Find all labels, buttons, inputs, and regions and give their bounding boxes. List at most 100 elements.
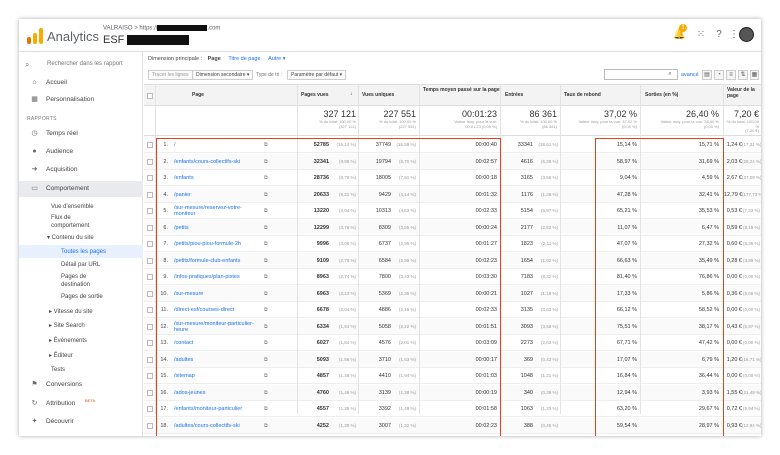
row-checkbox[interactable]	[147, 158, 153, 165]
table-row[interactable]: 11. /direct-esf/courses-direct ⧉ 6678 (2,04 …	[144, 302, 761, 318]
row-checkbox[interactable]	[147, 290, 153, 297]
row-checkbox[interactable]	[147, 373, 153, 379]
external-link-icon[interactable]: ⧉	[264, 258, 268, 264]
row-checkbox[interactable]	[147, 274, 153, 280]
sidebar-item-conversions[interactable]: ⚑ Conversions	[19, 377, 143, 393]
col-header-time[interactable]: Temps moyen passé sur la page	[423, 87, 501, 93]
sort-desc-icon[interactable]: ↓	[350, 91, 353, 97]
row-checkbox[interactable]	[147, 257, 153, 264]
sidebar-item-drilldown[interactable]: Détail par URL	[61, 261, 100, 269]
page-path-link[interactable]: /sur-mesure	[174, 291, 262, 297]
table-row[interactable]: 2. /enfants/cours-collectifs-ski ⧉ 32341 (9,…	[144, 153, 761, 170]
sidebar-item-site-search[interactable]: ▸ Site Search	[49, 322, 85, 330]
external-link-icon[interactable]: ⧉	[264, 208, 268, 214]
table-row[interactable]: 7. /petits/piou-piou-formule-2h ⧉ 9996 (3,06…	[144, 236, 761, 252]
external-link-icon[interactable]: ⧉	[264, 340, 268, 346]
search-input[interactable]: Rechercher dans les rapport	[47, 61, 123, 67]
view-table-icon[interactable]: ▤	[702, 70, 712, 80]
sidebar-item-flow-line1[interactable]: Flux de	[51, 214, 71, 222]
plot-rows-button[interactable]: Tracer les lignes	[148, 70, 193, 80]
row-checkbox[interactable]	[147, 175, 153, 181]
account-breadcrumb[interactable]: VALRAISO > https:// .com	[103, 25, 220, 32]
table-row[interactable]: 18. /adultes/cours-collectifs-ski ⧉ 4252 (1,…	[144, 417, 761, 434]
page-path-link[interactable]: /enfants/cours-collectifs-ski	[174, 159, 262, 165]
page-path-link[interactable]: /	[174, 142, 262, 148]
col-header-unique[interactable]: Vues uniques	[362, 92, 394, 98]
row-checkbox[interactable]	[147, 406, 153, 412]
search-icon[interactable]: ⌕	[664, 70, 676, 79]
page-path-link[interactable]: /sitemap	[174, 373, 262, 379]
external-link-icon[interactable]: ⧉	[264, 373, 268, 379]
col-header-exits[interactable]: Sorties (en %)	[645, 92, 678, 98]
dimension-page-title[interactable]: Titre de page	[228, 56, 260, 62]
table-row[interactable]: 4. /panier ⧉ 20633 (6,31 %) 9429 (4,14 %) 00:01…	[144, 186, 761, 203]
sidebar-item-flow-line2[interactable]: comportement	[51, 222, 89, 230]
page-path-link[interactable]: /infos-pratiques/plan-pistes	[174, 274, 262, 280]
external-link-icon[interactable]: ⧉	[264, 406, 268, 412]
sidebar-item-site-speed[interactable]: ▸ Vitesse du site	[49, 308, 93, 316]
table-row[interactable]: 3. /enfants ⧉ 28736 (8,78 %) 18005 (7,91 %) 00:…	[144, 170, 761, 186]
external-link-icon[interactable]: ⧉	[264, 291, 268, 297]
page-path-link[interactable]: /direct-esf/courses-direct	[174, 307, 262, 313]
row-checkbox[interactable]	[147, 142, 153, 148]
sidebar-item-acquisition[interactable]: ➜ Acquisition	[19, 162, 143, 178]
row-checkbox[interactable]	[147, 323, 153, 330]
view-performance-icon[interactable]: ≡	[726, 70, 736, 80]
external-link-icon[interactable]: ⧉	[264, 390, 268, 396]
sidebar-item-realtime[interactable]: ◷ Temps réel	[19, 126, 143, 142]
sidebar-item-site-content[interactable]: ▾ Contenu du site	[47, 234, 94, 242]
external-link-icon[interactable]: ⧉	[264, 142, 268, 148]
sidebar-item-exit-pages[interactable]: Pages de sortie	[61, 293, 103, 301]
external-link-icon[interactable]: ⧉	[264, 357, 268, 363]
sidebar-item-events[interactable]: ▸ Événements	[49, 337, 87, 345]
external-link-icon[interactable]: ⧉	[264, 192, 268, 198]
external-link-icon[interactable]: ⧉	[264, 307, 268, 313]
table-row[interactable]: 17. /enfants/moniteur-particulier ⧉ 4557 (1,…	[144, 401, 761, 417]
sidebar-item-behaviour[interactable]: ▭ Comportement	[19, 181, 143, 197]
sidebar-item-personalisation[interactable]: ▦ Personnalisation	[19, 92, 143, 108]
property-selector[interactable]: ESF	[103, 34, 190, 46]
view-pivot-icon[interactable]: ▦	[750, 70, 759, 80]
sidebar-item-landing-line1[interactable]: Pages de	[61, 273, 86, 281]
apps-icon[interactable]: ⁙	[695, 29, 707, 41]
col-header-views[interactable]: Pages vues	[301, 92, 329, 98]
table-row[interactable]: 6. /petits ⧉ 12299 (3,76 %) 8309 (3,65 %) 00:00…	[144, 219, 761, 236]
table-row[interactable]: 14. /adultes ⧉ 5093 (1,56 %) 3710 (1,63 %) 00:0…	[144, 351, 761, 368]
sidebar-item-all-pages[interactable]: Toutes les pages	[61, 248, 106, 256]
col-header-bounce[interactable]: Taux de rebond	[564, 92, 601, 98]
page-path-link[interactable]: /contact	[174, 340, 262, 346]
dimension-other[interactable]: Autre ▾	[268, 56, 285, 62]
sidebar-item-home[interactable]: ⌂ Accueil	[19, 75, 143, 91]
external-link-icon[interactable]: ⧉	[264, 274, 268, 280]
table-row[interactable]: 16. /ados-jeunes ⧉ 4760 (1,46 %) 3139 (1,38 %)…	[144, 384, 761, 401]
row-checkbox[interactable]	[147, 224, 153, 231]
secondary-dimension-dropdown[interactable]: Dimension secondaire ▾	[192, 70, 254, 80]
sidebar-item-overview[interactable]: Vue d'ensemble	[51, 203, 94, 211]
page-path-link[interactable]: /sur-mesure/moniteur-particulier-heure	[174, 321, 262, 333]
external-link-icon[interactable]: ⧉	[264, 159, 268, 165]
sidebar-item-discover[interactable]: ✦ Découvrir	[19, 414, 143, 430]
table-row[interactable]: 1. / ⧉ 52785 (16,14 %) 37749 (16,59 %) 00:00:40…	[144, 137, 761, 153]
row-checkbox[interactable]	[147, 191, 153, 198]
sort-type-dropdown[interactable]: Paramètre par défaut ▾	[287, 70, 347, 80]
advanced-filter-link[interactable]: avancé	[681, 72, 699, 78]
page-path-link[interactable]: /enfants	[174, 175, 262, 181]
col-header-page[interactable]: Page	[192, 92, 204, 98]
col-header-entries[interactable]: Entrées	[505, 92, 523, 98]
avatar[interactable]	[739, 27, 754, 42]
sidebar-item-publisher[interactable]: ▸ Éditeur	[49, 352, 73, 360]
table-row[interactable]: 15. /sitemap ⧉ 4857 (1,48 %) 4410 (1,94 %) 00:0…	[144, 368, 761, 384]
external-link-icon[interactable]: ⧉	[264, 225, 268, 231]
help-icon[interactable]: ?	[713, 29, 725, 41]
sidebar-item-tests[interactable]: Tests	[51, 366, 65, 374]
page-path-link[interactable]: /panier	[174, 192, 262, 198]
row-checkbox[interactable]	[147, 307, 153, 313]
dimension-page[interactable]: Page	[208, 56, 221, 62]
row-checkbox[interactable]	[147, 422, 153, 429]
table-row[interactable]: 5. /sur-mesure/reservez-votre-moniteur ⧉ 13…	[144, 203, 761, 219]
table-row[interactable]: 19./petits/formule-club-piou⧉4201(1,28 %…	[144, 434, 761, 436]
row-checkbox[interactable]	[147, 208, 153, 214]
page-path-link[interactable]: /ados-jeunes	[174, 390, 262, 396]
page-path-link[interactable]: /adultes/cours-collectifs-ski	[174, 423, 262, 429]
external-link-icon[interactable]: ⧉	[264, 241, 268, 247]
